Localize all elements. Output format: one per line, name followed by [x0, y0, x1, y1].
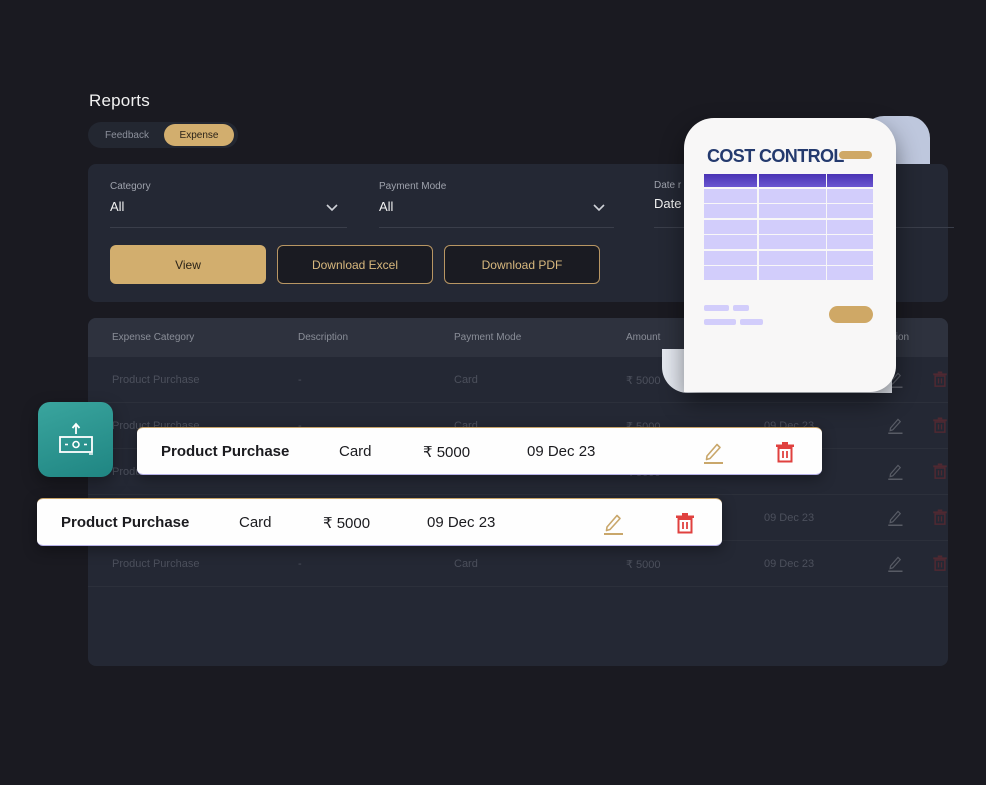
column-description: Description: [298, 332, 349, 343]
row-amount: ₹ 5000: [626, 559, 661, 571]
report-type-toggle: Feedback Expense: [88, 122, 238, 148]
highlighted-row[interactable]: Product Purchase Card ₹ 5000 09 Dec 23: [137, 427, 822, 475]
category-label: Category: [110, 181, 151, 192]
view-button[interactable]: View: [110, 245, 266, 284]
trash-icon[interactable]: [931, 554, 948, 572]
row-category: Product Purchase: [61, 514, 190, 531]
category-select[interactable]: Category All: [110, 164, 347, 228]
money-upload-icon: [58, 422, 93, 455]
column-payment-mode: Payment Mode: [454, 332, 522, 343]
chevron-down-icon: [326, 204, 338, 212]
trash-icon[interactable]: [931, 462, 948, 480]
category-value: All: [110, 199, 125, 214]
row-category: Product Purchase: [112, 558, 200, 570]
row-date: 09 Dec 23: [527, 443, 596, 460]
payment-mode-value: All: [379, 199, 394, 214]
row-description: -: [298, 374, 302, 386]
pencil-edit-icon[interactable]: [601, 511, 625, 535]
pencil-edit-icon[interactable]: [886, 462, 904, 480]
pencil-edit-icon[interactable]: [886, 416, 904, 434]
row-date: 09 Dec 23: [427, 514, 496, 531]
download-pdf-button[interactable]: Download PDF: [444, 245, 600, 284]
document-total-pill: [829, 306, 873, 323]
document-text-line: [704, 305, 729, 311]
pencil-edit-icon[interactable]: [886, 508, 904, 526]
trash-icon[interactable]: [673, 511, 697, 535]
row-date: 09 Dec 23: [764, 558, 815, 570]
tab-feedback[interactable]: Feedback: [90, 124, 164, 146]
row-category: Product Purchase: [112, 374, 200, 386]
row-amount: ₹ 5000: [323, 515, 371, 532]
payment-mode-label: Payment Mode: [379, 181, 447, 192]
row-payment-mode: Card: [239, 514, 272, 531]
chevron-down-icon: [593, 204, 605, 212]
pencil-edit-icon[interactable]: [701, 440, 725, 464]
document-text-line: [704, 319, 736, 325]
tab-expense[interactable]: Expense: [164, 124, 234, 146]
document-table: [704, 174, 874, 282]
document-title-pill: [839, 151, 872, 159]
trash-icon[interactable]: [773, 440, 797, 464]
row-payment-mode: Card: [454, 374, 478, 386]
table-row[interactable]: Product Purchase - Card ₹ 5000 09 Dec 23: [88, 541, 948, 587]
pencil-edit-icon[interactable]: [886, 554, 904, 572]
column-amount: Amount: [626, 332, 661, 343]
row-payment-mode: Card: [454, 558, 478, 570]
expense-upload-badge: [38, 402, 113, 477]
document-sheet: COST CONTROL: [684, 118, 896, 392]
row-payment-mode: Card: [339, 443, 372, 460]
row-description: -: [298, 558, 302, 570]
page-title: Reports: [89, 91, 150, 110]
trash-icon[interactable]: [931, 416, 948, 434]
row-date: 09 Dec 23: [764, 512, 815, 524]
document-text-line: [740, 319, 763, 325]
row-category: Product Purchase: [161, 443, 290, 460]
row-amount: ₹ 5000: [626, 375, 661, 387]
download-excel-button[interactable]: Download Excel: [277, 245, 433, 284]
document-text-line: [733, 305, 749, 311]
highlighted-row[interactable]: Product Purchase Card ₹ 5000 09 Dec 23: [37, 498, 722, 546]
payment-mode-select[interactable]: Payment Mode All: [379, 164, 614, 228]
trash-icon[interactable]: [931, 370, 948, 388]
document-title: COST CONTROL: [707, 146, 844, 166]
cost-control-document: COST CONTROL: [662, 116, 932, 396]
row-amount: ₹ 5000: [423, 444, 471, 461]
trash-icon[interactable]: [931, 508, 948, 526]
column-expense-category: Expense Category: [112, 332, 195, 343]
